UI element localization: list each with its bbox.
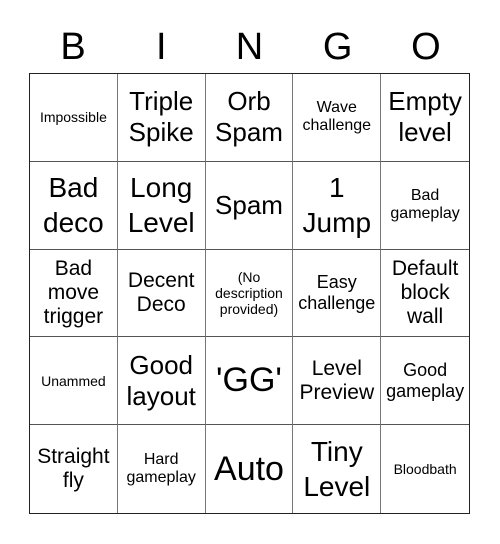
bingo-cell[interactable]: Decent Deco (117, 249, 206, 338)
bingo-cell[interactable]: Triple Spike (117, 74, 206, 162)
bingo-cell[interactable]: Orb Spam (205, 74, 294, 162)
bingo-cell[interactable]: Bad deco (30, 161, 118, 250)
bingo-cell-label: Hard gameplay (126, 450, 196, 487)
bingo-cell[interactable]: Bloodbath (381, 425, 469, 513)
bingo-cell-label: Bad deco (43, 172, 104, 239)
bingo-cell-label: Impossible (39, 109, 107, 126)
bingo-cell[interactable]: 1 Jump (293, 161, 382, 250)
bingo-header: B I N G O (29, 22, 470, 72)
bingo-cell-label: Easy challenge (298, 272, 376, 313)
bingo-cell[interactable]: Long Level (117, 161, 206, 250)
bingo-cell[interactable]: Empty level (381, 74, 469, 162)
bingo-cell-label: Spam (215, 189, 283, 220)
bingo-cell[interactable]: Bad gameplay (381, 162, 469, 250)
header-letter-g: G (322, 26, 353, 68)
bingo-grid: Impossible Triple Spike Orb Spam Wave chall… (29, 73, 470, 514)
bingo-cell-label: Bad gameplay (390, 186, 460, 223)
header-letter-o: O (411, 26, 441, 68)
header-letter-b: B (60, 26, 86, 68)
bingo-cell-label: Level Preview (299, 356, 375, 404)
bingo-cell-label: Unammed (41, 372, 106, 389)
bingo-cell[interactable]: Hard gameplay (118, 425, 206, 513)
bingo-cell-label: Straight fly (37, 444, 110, 493)
bingo-cell[interactable]: Easy challenge (293, 249, 382, 338)
bingo-cell-label: Bloodbath (393, 461, 457, 478)
bingo-cell-label: Tiny Level (303, 436, 371, 503)
bingo-cell-label: Triple Spike (128, 86, 194, 148)
bingo-cell[interactable]: Good layout (117, 337, 206, 426)
bingo-cell[interactable]: 'GG' (205, 337, 294, 426)
bingo-cell[interactable]: Unammed (30, 337, 118, 426)
bingo-cell-label: Good layout (126, 349, 196, 411)
bingo-cell-label: Decent Deco (127, 268, 195, 316)
bingo-cell[interactable]: Good gameplay (381, 337, 469, 426)
bingo-cell[interactable]: Auto (206, 425, 294, 513)
bingo-cell-label: Orb Spam (215, 86, 283, 148)
bingo-cell[interactable]: Default block wall (381, 250, 469, 338)
bingo-cell-label: (No description provided) (215, 268, 283, 318)
bingo-cell-label: Bad move trigger (43, 256, 104, 329)
bingo-cell-label: 1 Jump (302, 172, 372, 239)
bingo-cell[interactable]: Tiny Level (293, 425, 382, 513)
bingo-cell[interactable]: Level Preview (293, 337, 382, 426)
bingo-cell[interactable]: (No description provided) (205, 249, 294, 338)
bingo-cell-label: Long Level (127, 172, 195, 239)
bingo-cell[interactable]: Straight fly (30, 425, 118, 513)
bingo-cell-label: 'GG' (216, 361, 282, 400)
bingo-cell[interactable]: Impossible (30, 74, 118, 162)
bingo-cell-label: Default block wall (391, 256, 459, 329)
bingo-cell[interactable]: Wave challenge (293, 74, 382, 162)
header-letter-i: I (156, 26, 167, 68)
bingo-cell-label: Good gameplay (386, 360, 465, 401)
header-letter-n: N (235, 26, 264, 68)
bingo-cell-label: Auto (214, 449, 284, 488)
bingo-cell-label: Wave challenge (302, 99, 372, 135)
bingo-cell-label: Empty level (388, 86, 462, 148)
bingo-cell[interactable]: Bad move trigger (30, 249, 118, 338)
bingo-cell[interactable]: Spam (205, 161, 294, 250)
